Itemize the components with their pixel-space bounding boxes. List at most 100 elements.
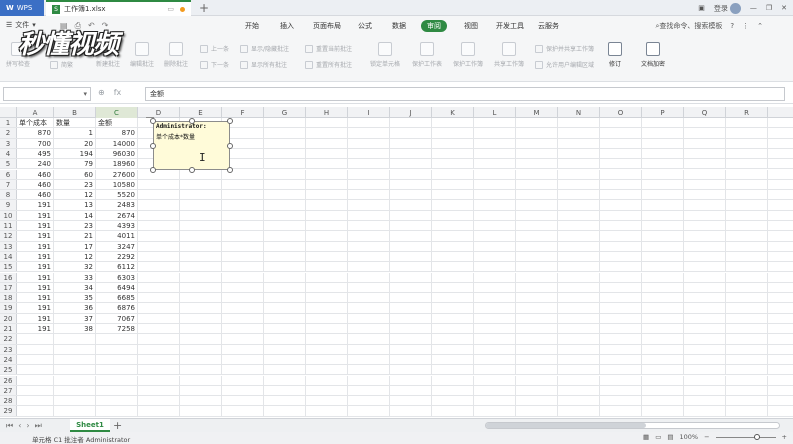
grid-cell[interactable] <box>642 169 684 179</box>
grid-cell[interactable] <box>474 272 516 282</box>
grid-cell[interactable] <box>306 118 348 128</box>
formula-input[interactable]: 金额 <box>145 87 785 101</box>
grid-cell[interactable] <box>222 241 264 251</box>
menu-formulas[interactable]: 公式 <box>358 21 372 31</box>
grid-cell[interactable] <box>96 334 138 344</box>
grid-cell[interactable] <box>348 159 390 169</box>
grid-cell[interactable] <box>516 282 558 293</box>
grid-cell[interactable] <box>96 365 138 375</box>
grid-cell[interactable] <box>474 210 516 220</box>
grid-cell[interactable] <box>180 169 222 179</box>
grid-cell[interactable] <box>180 210 222 220</box>
grid-cell[interactable] <box>306 262 348 272</box>
pin-icon[interactable]: ▭ <box>167 5 174 13</box>
grid-cell[interactable] <box>642 303 684 313</box>
grid-cell[interactable]: 191 <box>17 272 54 282</box>
show-hide-comment-button[interactable]: 显示/隐藏批注 <box>240 44 289 53</box>
grid-cell[interactable] <box>264 251 306 262</box>
grid-cell[interactable] <box>264 128 306 138</box>
select-all-corner[interactable] <box>0 107 17 118</box>
grid-cell[interactable]: 191 <box>17 324 54 334</box>
grid-cell[interactable] <box>180 406 222 416</box>
row-header[interactable]: 27 <box>0 385 17 396</box>
grid-cell[interactable] <box>180 231 222 241</box>
grid-cell[interactable] <box>516 303 558 313</box>
grid-cell[interactable] <box>726 272 768 282</box>
grid-cell[interactable] <box>516 179 558 190</box>
grid-cell[interactable] <box>348 210 390 220</box>
grid-cell[interactable]: 1 <box>54 128 96 138</box>
grid-cell[interactable] <box>348 324 390 334</box>
grid-cell[interactable] <box>642 118 684 128</box>
grid-cell[interactable] <box>17 354 54 365</box>
grid-cell[interactable] <box>306 210 348 220</box>
grid-cell[interactable] <box>642 138 684 148</box>
grid-cell[interactable] <box>54 354 96 365</box>
grid-cell[interactable]: 870 <box>17 128 54 138</box>
grid-cell[interactable]: 60 <box>54 169 96 179</box>
spreadsheet-grid[interactable]: ABCDEFGHIJKLMNOPQR 1 单个成本 数量 金额 2 870 1 870 3 700… <box>0 107 793 418</box>
column-header[interactable]: G <box>264 107 306 118</box>
grid-cell[interactable] <box>432 148 474 159</box>
grid-cell[interactable] <box>180 262 222 272</box>
grid-cell[interactable] <box>516 251 558 262</box>
grid-cell[interactable] <box>684 169 726 179</box>
grid-cell[interactable]: 2674 <box>96 210 138 220</box>
grid-cell[interactable] <box>558 313 600 323</box>
delete-comment-button[interactable]: 删除批注 <box>164 42 188 68</box>
grid-cell[interactable]: 6112 <box>96 262 138 272</box>
grid-cell[interactable] <box>474 282 516 293</box>
grid-cell[interactable] <box>390 324 432 334</box>
grid-cell[interactable] <box>432 251 474 262</box>
grid-cell[interactable] <box>180 293 222 303</box>
grid-cell[interactable] <box>516 406 558 416</box>
grid-cell[interactable] <box>222 365 264 375</box>
grid-cell[interactable]: 191 <box>17 251 54 262</box>
grid-cell[interactable] <box>516 138 558 148</box>
grid-cell[interactable] <box>222 293 264 303</box>
grid-cell[interactable] <box>600 385 642 396</box>
grid-cell[interactable] <box>600 396 642 406</box>
grid-cell[interactable] <box>390 313 432 323</box>
grid-cell[interactable] <box>600 406 642 416</box>
grid-cell[interactable] <box>600 262 642 272</box>
grid-cell[interactable] <box>180 324 222 334</box>
grid-cell[interactable] <box>17 406 54 416</box>
grid-cell[interactable] <box>642 324 684 334</box>
grid-cell[interactable] <box>306 344 348 354</box>
grid-cell[interactable] <box>54 334 96 344</box>
grid-cell[interactable] <box>348 262 390 272</box>
grid-cell[interactable] <box>54 344 96 354</box>
grid-cell[interactable]: 18960 <box>96 159 138 169</box>
grid-cell[interactable] <box>222 231 264 241</box>
grid-cell[interactable]: 460 <box>17 169 54 179</box>
grid-cell[interactable] <box>390 241 432 251</box>
grid-cell[interactable] <box>96 375 138 385</box>
grid-cell[interactable] <box>348 303 390 313</box>
zoom-in-icon[interactable]: + <box>782 433 787 441</box>
grid-cell[interactable]: 191 <box>17 293 54 303</box>
grid-cell[interactable] <box>432 334 474 344</box>
grid-cell[interactable] <box>306 303 348 313</box>
grid-cell[interactable] <box>684 406 726 416</box>
grid-cell[interactable] <box>390 262 432 272</box>
grid-cell[interactable] <box>348 200 390 210</box>
reset-current-comment-button[interactable]: 重置当前批注 <box>305 44 352 53</box>
grid-cell[interactable] <box>516 118 558 128</box>
grid-cell[interactable] <box>390 303 432 313</box>
grid-cell[interactable] <box>390 406 432 416</box>
help-icon[interactable]: ? <box>730 22 734 30</box>
grid-cell[interactable] <box>432 303 474 313</box>
grid-cell[interactable] <box>222 282 264 293</box>
row-header[interactable]: 4 <box>0 148 17 159</box>
reset-all-comments-button[interactable]: 重置所有批注 <box>305 60 352 69</box>
grid-cell[interactable] <box>348 396 390 406</box>
grid-cell[interactable] <box>726 354 768 365</box>
grid-cell[interactable]: 14 <box>54 210 96 220</box>
grid-cell[interactable] <box>600 282 642 293</box>
grid-cell[interactable] <box>264 406 306 416</box>
grid-cell[interactable] <box>726 282 768 293</box>
grid-cell[interactable] <box>264 148 306 159</box>
grid-cell[interactable] <box>516 221 558 231</box>
grid-cell[interactable] <box>642 334 684 344</box>
